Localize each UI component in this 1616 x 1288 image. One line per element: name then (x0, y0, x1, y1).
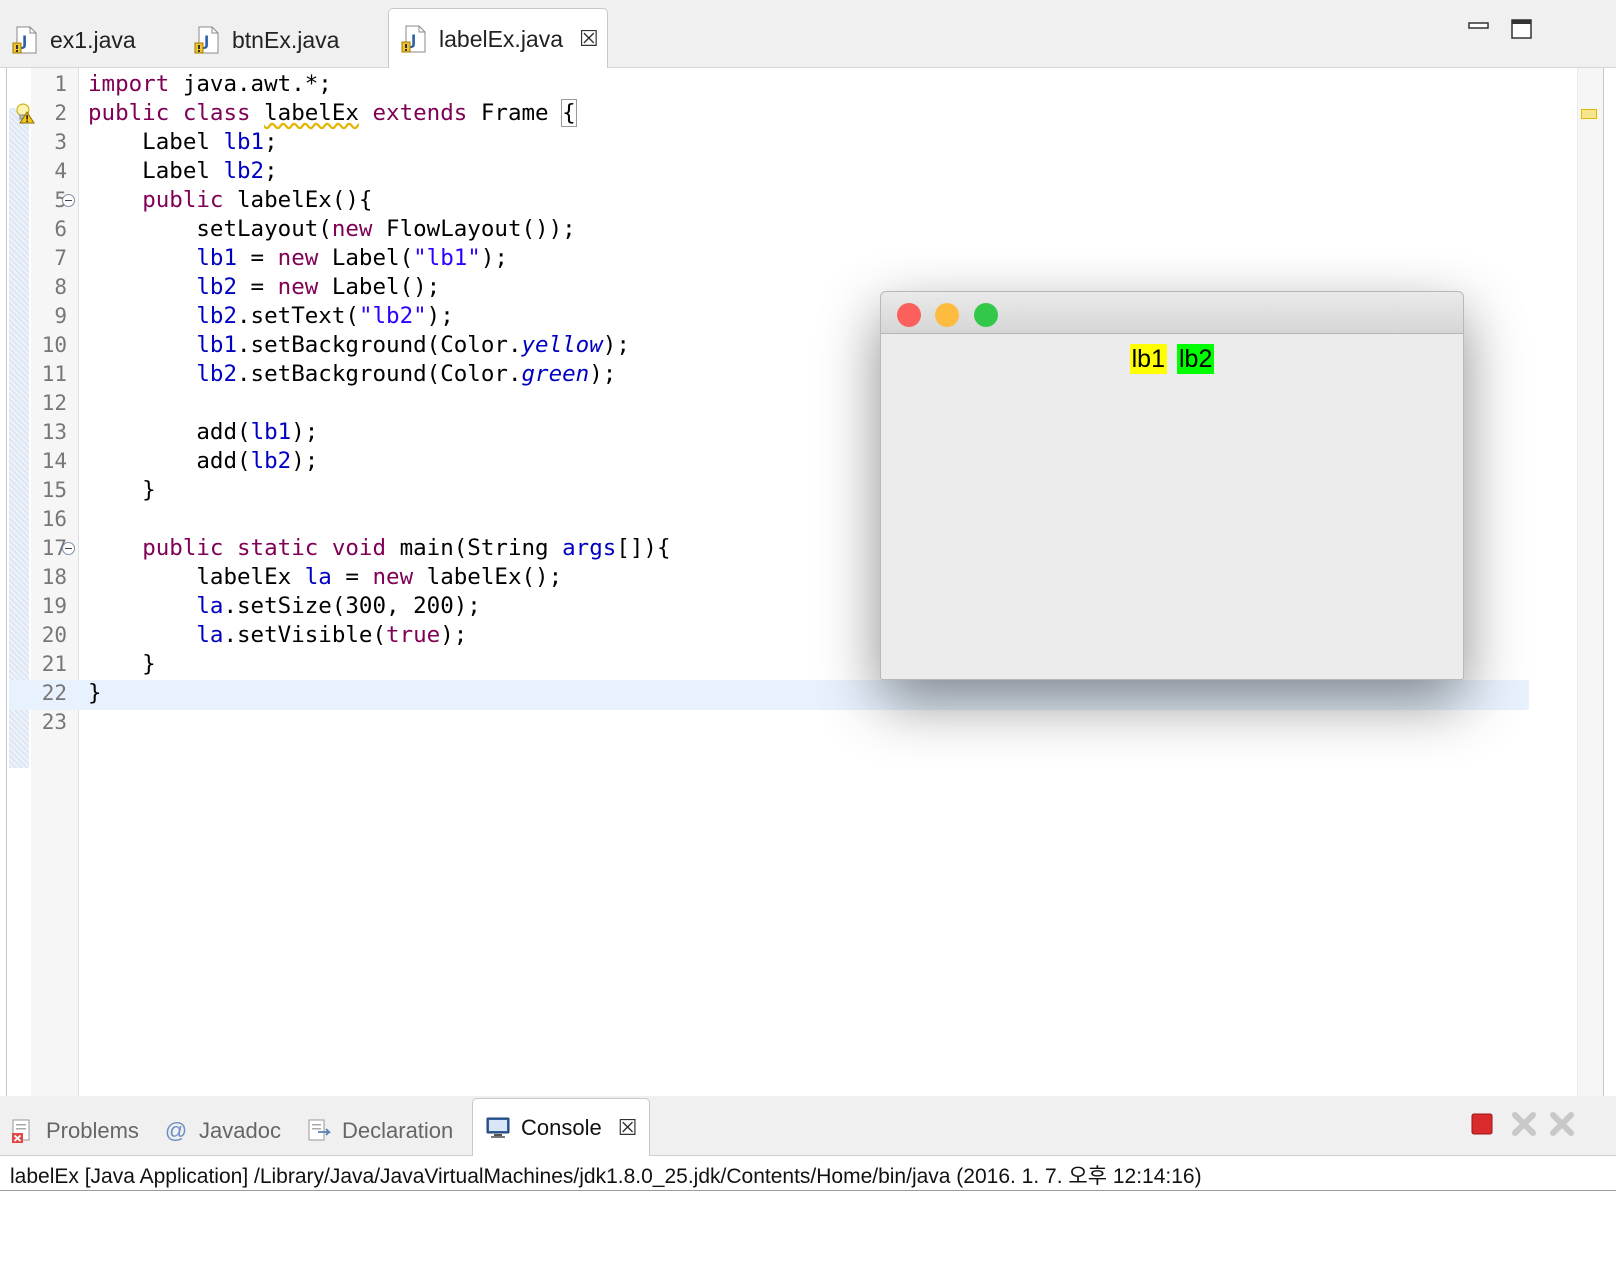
console-process-label: labelEx [Java Application] /Library/Java… (10, 1165, 1202, 1188)
code-text: lb1 = new Label("lb1"); (196, 245, 508, 271)
line-number: 22 (41, 681, 67, 705)
line-number: 8 (54, 275, 67, 299)
awt-label-lb2: lb2 (1177, 344, 1215, 374)
tab-label: Console (521, 1114, 602, 1140)
at-icon: @ (164, 1118, 188, 1143)
line-number: 2 (54, 101, 67, 125)
code-text: import java.awt.*; (88, 71, 332, 97)
code-text: lb2.setBackground(Color.green); (196, 361, 617, 387)
minimize-icon[interactable] (1467, 18, 1491, 40)
svg-text:J: J (203, 34, 209, 50)
line-number: 3 (54, 130, 67, 154)
code-text: } (88, 477, 156, 503)
line-number: 20 (41, 623, 67, 647)
bottom-panel: Problems @ Javadoc Declaration Console ☒ (0, 1096, 1616, 1288)
line-number: 21 (41, 652, 67, 676)
minimize-window-button[interactable] (935, 303, 959, 327)
tab-problems[interactable]: Problems (10, 1106, 139, 1156)
code-line[interactable]: 7 lb1 = new Label("lb1"); (7, 243, 1605, 273)
code-text: lb2 = new Label(); (196, 274, 441, 300)
tab-label: Problems (46, 1118, 139, 1143)
tab-label: Declaration (342, 1118, 454, 1143)
tab-console[interactable]: Console ☒ (472, 1098, 651, 1156)
code-text: la.setSize(300, 200); (196, 593, 481, 619)
fold-collapse-icon[interactable] (62, 194, 75, 207)
code-line[interactable]: 23 (7, 707, 1605, 737)
line-number: 9 (54, 304, 67, 328)
line-number: 13 (41, 420, 67, 444)
line-number: 12 (41, 391, 67, 415)
tab-label: labelEx.java (439, 25, 564, 52)
code-line[interactable]: 22} (7, 678, 1605, 708)
tab-javadoc[interactable]: @ Javadoc (163, 1106, 281, 1156)
problems-icon (12, 1119, 30, 1143)
code-text: public static void main(String args[]){ (142, 535, 671, 561)
code-text: add(lb2); (88, 448, 319, 474)
declaration-icon (308, 1119, 332, 1141)
line-number: 19 (41, 594, 67, 618)
flow-layout-panel: lb1 lb2 (881, 344, 1463, 374)
line-number: 7 (54, 246, 67, 270)
line-number: 23 (41, 710, 67, 734)
remove-all-icon[interactable] (1548, 1110, 1576, 1138)
terminate-icon[interactable] (1470, 1112, 1494, 1136)
tab-ex1-java[interactable]: J ex1.java (0, 12, 180, 68)
code-line[interactable]: 4 Label lb2; (7, 156, 1605, 186)
code-text: public labelEx(){ (142, 187, 373, 213)
close-window-button[interactable] (897, 303, 921, 327)
awt-frame-window[interactable]: lb1 lb2 (880, 291, 1464, 680)
code-text: Label lb1; (88, 129, 278, 155)
code-line[interactable]: 5 public labelEx(){ (7, 185, 1605, 215)
line-number: 6 (54, 217, 67, 241)
tab-label: Javadoc (199, 1118, 281, 1143)
code-text: Label lb2; (88, 158, 278, 184)
code-line[interactable]: 3 Label lb1; (7, 127, 1605, 157)
java-file-icon: J (12, 26, 37, 54)
code-text: } (88, 680, 102, 706)
overview-ruler[interactable] (1577, 68, 1603, 1120)
tab-declaration[interactable]: Declaration (306, 1106, 453, 1156)
close-icon[interactable]: ☒ (618, 1115, 638, 1141)
code-text: setLayout(new FlowLayout()); (88, 216, 576, 242)
svg-text:J: J (21, 34, 27, 50)
fold-collapse-icon[interactable] (62, 542, 75, 555)
line-number: 14 (41, 449, 67, 473)
line-number: 15 (41, 478, 67, 502)
divider (0, 1190, 1616, 1191)
line-number: 11 (41, 362, 67, 386)
tab-label: btnEx.java (232, 26, 340, 53)
code-line[interactable]: 2 public class labelEx extends Frame { (7, 98, 1605, 128)
line-number: 16 (41, 507, 67, 531)
code-text: la.setVisible(true); (196, 622, 468, 648)
close-icon[interactable]: ☒ (579, 26, 599, 52)
tab-label: ex1.java (50, 26, 136, 53)
tab-labelex-java[interactable]: J labelEx.java ☒ (388, 8, 608, 69)
awt-label-lb1: lb1 (1129, 344, 1167, 374)
zoom-window-button[interactable] (974, 303, 998, 327)
bottom-tab-bar: Problems @ Javadoc Declaration Console ☒ (0, 1096, 1616, 1156)
code-text: public class labelEx extends Frame { (88, 99, 577, 127)
code-text: add(lb1); (88, 419, 319, 445)
svg-text:J: J (410, 33, 416, 49)
tab-btnex-java[interactable]: J btnEx.java (182, 12, 387, 68)
code-text: } (88, 651, 156, 677)
code-line[interactable]: 6 setLayout(new FlowLayout()); (7, 214, 1605, 244)
line-number: 10 (41, 333, 67, 357)
java-file-icon: J (401, 25, 426, 53)
code-text: lb2.setText("lb2"); (196, 303, 454, 329)
code-line[interactable]: 1 import java.awt.*; (7, 69, 1605, 99)
line-number: 4 (54, 159, 67, 183)
remove-launch-icon[interactable] (1510, 1110, 1538, 1138)
line-number: 18 (41, 565, 67, 589)
window-titlebar[interactable] (881, 292, 1463, 334)
line-number: 1 (54, 72, 67, 96)
java-file-icon: J (194, 26, 219, 54)
editor-tab-bar: J ex1.java J btnEx.java J labelEx.java ☒ (0, 0, 1616, 69)
code-text: labelEx la = new labelEx(); (88, 564, 563, 590)
maximize-icon[interactable] (1510, 18, 1534, 40)
overview-warning-marker[interactable] (1581, 109, 1597, 119)
code-text: lb1.setBackground(Color.yellow); (196, 332, 630, 358)
console-icon (486, 1117, 510, 1138)
